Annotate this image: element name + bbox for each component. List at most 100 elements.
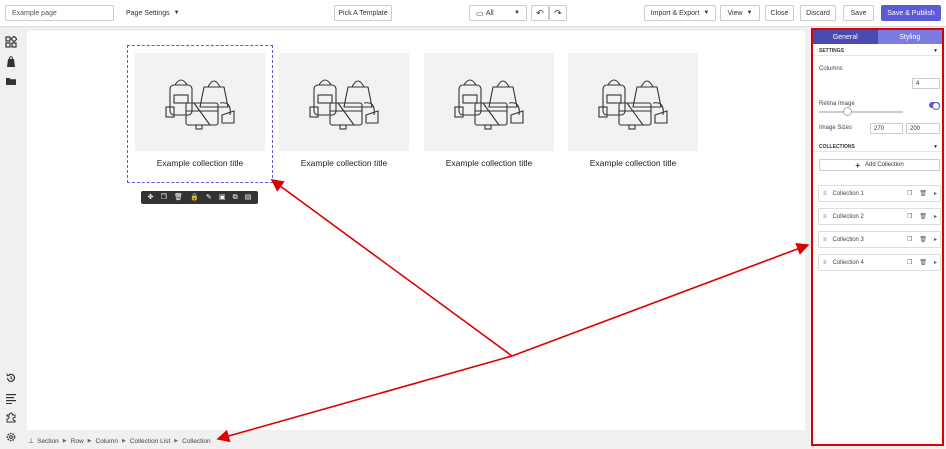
chevron-right-icon: ▶ (121, 438, 126, 444)
settings-header-label: SETTINGS (819, 47, 845, 54)
selected-element-outline (127, 45, 273, 183)
drag-handle-icon[interactable]: ≡ (823, 260, 827, 266)
chevron-right-icon[interactable]: ▸ (934, 190, 937, 197)
panel-tabs: General Styling (813, 30, 942, 44)
close-button[interactable]: Close (765, 5, 794, 21)
chevron-right-icon: ▶ (87, 438, 92, 444)
caret-down-icon: ▼ (514, 10, 520, 16)
left-sidebar (0, 27, 22, 449)
copy-icon[interactable]: ❐ (907, 236, 912, 243)
collections-section-header[interactable]: COLLECTIONS ▼ (813, 142, 942, 152)
breadcrumb-item[interactable]: Collection (182, 438, 211, 445)
caret-down-icon: ▼ (173, 10, 180, 16)
page-settings-label: Page Settings (126, 9, 170, 17)
image-width-input[interactable]: 270 (870, 123, 903, 134)
import-export-label: Import & Export (650, 9, 700, 17)
page-name-input[interactable]: Example page (5, 5, 114, 21)
page-settings-dropdown[interactable]: Page Settings ▼ (120, 5, 186, 21)
collection-item-label: Collection 3 (832, 236, 864, 243)
collection-item-label: Collection 1 (832, 190, 864, 197)
bags-illustration-icon (309, 79, 379, 130)
save-publish-button[interactable]: Save & Publish (881, 5, 941, 21)
discard-button[interactable]: Discard (800, 5, 836, 21)
tab-styling[interactable]: Styling (877, 30, 942, 44)
trash-icon[interactable]: 🗑 (919, 259, 927, 266)
top-bar: Example page Page Settings ▼ Pick A Templ… (0, 0, 946, 27)
tab-general[interactable]: General (813, 30, 878, 44)
collection-list-item[interactable]: ≡ Collection 3 ❐ 🗑 ▸ (818, 231, 941, 248)
puzzle-icon[interactable] (5, 411, 17, 423)
image-height-input[interactable]: 200 (906, 123, 940, 134)
shopify-bag-icon[interactable] (5, 56, 17, 68)
view-dropdown[interactable]: View ▼ (720, 5, 760, 21)
breadcrumb-item[interactable]: Column (96, 438, 118, 445)
save-button[interactable]: Save (843, 5, 874, 21)
redo-button[interactable]: ↷ (549, 5, 567, 21)
collection-list-item[interactable]: ≡ Collection 2 ❐ 🗑 ▸ (818, 208, 941, 225)
collection-item-label: Collection 2 (832, 213, 864, 220)
copy-icon[interactable]: ❐ (907, 190, 912, 197)
import-export-dropdown[interactable]: Import & Export ▼ (644, 5, 716, 21)
breadcrumb: ⊥ Section ▶ Row ▶ Column ▶ Collection Li… (28, 437, 211, 446)
monitor-icon: ▭ (476, 8, 484, 18)
device-select[interactable]: ▭ All ▼ (469, 5, 527, 21)
edit-icon[interactable]: ✎ (206, 191, 212, 204)
chevron-right-icon[interactable]: ▸ (934, 259, 937, 266)
lock-icon[interactable]: 🔒 (190, 191, 199, 204)
drag-handle-icon[interactable]: ≡ (823, 237, 827, 243)
settings-section-header[interactable]: SETTINGS ▼ (813, 46, 942, 56)
drag-handle-icon[interactable]: ≡ (823, 214, 827, 220)
columns-input[interactable]: 4 (912, 78, 940, 89)
caret-down-icon: ▼ (933, 47, 938, 54)
retina-image-toggle[interactable] (929, 102, 940, 110)
save-element-icon[interactable]: ▣ (219, 191, 226, 204)
trash-icon[interactable]: 🗑 (919, 213, 927, 220)
undo-icon: ↶ (536, 7, 544, 18)
history-icon[interactable] (5, 372, 17, 384)
layout-icon[interactable] (5, 36, 17, 48)
add-collection-button[interactable]: + Add Collection (819, 159, 940, 171)
copy-style-icon[interactable]: ⧉ (233, 191, 238, 204)
collection-image (279, 53, 409, 151)
copy-icon[interactable]: ❐ (907, 213, 912, 220)
collection-list-item[interactable]: ≡ Collection 4 ❐ 🗑 ▸ (818, 254, 941, 271)
caret-down-icon: ▼ (703, 10, 710, 16)
delete-icon[interactable]: 🗑 (174, 191, 183, 204)
drag-handle-icon[interactable]: ≡ (823, 191, 827, 197)
breadcrumb-item[interactable]: Collection List (130, 438, 170, 445)
pick-template-button[interactable]: Pick A Template (334, 5, 392, 21)
bags-illustration-icon (598, 79, 668, 130)
device-label: All (485, 9, 494, 17)
retina-image-label: Retina Image (819, 101, 855, 107)
move-icon[interactable]: ✥ (148, 191, 154, 204)
collections-header-label: COLLECTIONS (819, 143, 855, 150)
collection-title: Example collection title (445, 158, 533, 168)
caret-down-icon: ▼ (746, 10, 753, 16)
paste-style-icon[interactable]: ▤ (245, 191, 252, 204)
breadcrumb-item[interactable]: Section (37, 438, 59, 445)
sitemap-icon: ⊥ (28, 438, 35, 445)
trash-icon[interactable]: 🗑 (919, 236, 927, 243)
chevron-right-icon[interactable]: ▸ (934, 213, 937, 220)
text-align-icon[interactable] (5, 392, 17, 404)
collection-card[interactable]: Example collection title (279, 53, 409, 178)
chevron-right-icon: ▶ (174, 438, 179, 444)
columns-label: Columns (819, 66, 843, 72)
duplicate-icon[interactable]: ❐ (161, 191, 167, 204)
gear-icon[interactable] (5, 431, 17, 443)
collection-card[interactable]: Example collection title (568, 53, 698, 178)
columns-slider-track[interactable] (819, 111, 903, 113)
copy-icon[interactable]: ❐ (907, 259, 912, 266)
add-collection-label: Add Collection (864, 162, 904, 168)
chevron-right-icon[interactable]: ▸ (934, 236, 937, 243)
collection-list-item[interactable]: ≡ Collection 1 ❐ 🗑 ▸ (818, 185, 941, 202)
trash-icon[interactable]: 🗑 (919, 190, 927, 197)
redo-icon: ↷ (554, 7, 562, 18)
collection-image (424, 53, 554, 151)
undo-button[interactable]: ↶ (531, 5, 549, 21)
columns-slider-handle[interactable] (843, 107, 852, 116)
collection-title: Example collection title (589, 158, 677, 168)
breadcrumb-item[interactable]: Row (71, 438, 84, 445)
collection-card[interactable]: Example collection title (424, 53, 554, 178)
folder-icon[interactable] (5, 75, 17, 87)
